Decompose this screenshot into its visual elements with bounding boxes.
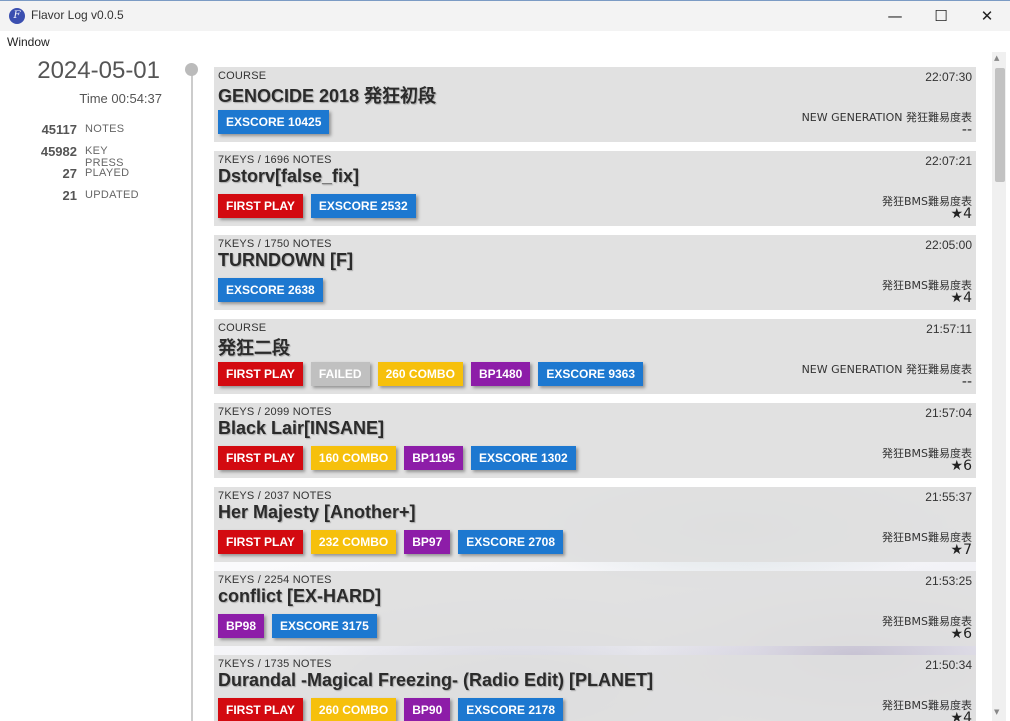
entry-kind: 7KEYS / 2099 NOTES xyxy=(218,406,332,418)
bp-badge: BP97 xyxy=(404,530,451,554)
stat-label: UPDATED xyxy=(85,189,139,201)
combo-badge: 260 COMBO xyxy=(377,362,463,386)
entry-kind: COURSE xyxy=(218,70,267,82)
log-entry[interactable]: COURSE GENOCIDE 2018 発狂初段 22:07:30 EXSCORE … xyxy=(214,67,976,142)
log-entry[interactable]: 7KEYS / 1750 NOTES TURNDOWN [F] 22:05:00 EX… xyxy=(214,235,976,310)
session-date: 2024-05-01 xyxy=(37,57,160,84)
stat-value: 45982 xyxy=(40,144,77,159)
entry-level: ★4 xyxy=(950,290,972,306)
close-button[interactable]: ✕ xyxy=(964,1,1010,31)
entry-time: 21:53:25 xyxy=(925,574,972,588)
ex-badge: EXSCORE 2638 xyxy=(218,278,323,302)
stat-value: 27 xyxy=(62,166,77,181)
entry-difficulty-table: NEW GENERATION 発狂難易度表 xyxy=(801,111,972,124)
window-title: Flavor Log v0.0.5 xyxy=(31,8,124,22)
ex-badge: EXSCORE 2708 xyxy=(458,530,564,554)
first-badge: FIRST PLAY xyxy=(218,446,303,470)
log-entry[interactable]: 7KEYS / 2254 NOTES conflict [EX-HARD] 21:5… xyxy=(214,571,976,646)
entry-title: conflict [EX-HARD] xyxy=(218,586,381,606)
log-entry[interactable]: 7KEYS / 1696 NOTES Dstorv[false_fix] 22:07… xyxy=(214,151,976,226)
entry-kind: 7KEYS / 1696 NOTES xyxy=(218,154,332,166)
timeline-line xyxy=(191,73,193,721)
combo-badge: 160 COMBO xyxy=(310,446,397,470)
timeline-dot xyxy=(185,63,198,76)
title-bar: F Flavor Log v0.0.5 — ☐ ✕ xyxy=(0,0,1010,31)
entry-kind: 7KEYS / 1750 NOTES xyxy=(218,238,332,250)
entry-level: ★4 xyxy=(950,206,972,222)
minimize-button[interactable]: — xyxy=(872,1,918,31)
log-entry[interactable]: 7KEYS / 2037 NOTES Her Majesty [Another+]… xyxy=(214,487,976,562)
stat-label: NOTES xyxy=(85,123,125,135)
entry-difficulty-table: NEW GENERATION 発狂難易度表 xyxy=(801,363,972,376)
entry-level: -- xyxy=(961,122,972,138)
entry-title: 発狂二段 xyxy=(218,338,290,358)
entry-title: Dstorv[false_fix] xyxy=(218,166,360,186)
entry-level: -- xyxy=(961,374,972,390)
entry-badges: EXSCORE 10425 xyxy=(218,110,330,134)
ex-badge: EXSCORE 1302 xyxy=(470,446,576,470)
app-icon: F xyxy=(9,8,25,24)
stat-label: PLAYED xyxy=(85,167,130,179)
entry-badges: FIRST PLAY 160 COMBO BP1195 EXSCORE 1302 xyxy=(218,446,576,470)
entry-level: ★6 xyxy=(950,626,972,642)
log-entry[interactable]: COURSE 発狂二段 21:57:11 FIRST PLAY FAILED 260 CO… xyxy=(214,319,976,394)
maximize-button[interactable]: ☐ xyxy=(918,1,964,31)
entry-kind: 7KEYS / 2254 NOTES xyxy=(218,574,332,586)
ex-badge: EXSCORE 10425 xyxy=(218,110,330,134)
entry-badges: EXSCORE 2638 xyxy=(218,278,323,302)
entry-title: Durandal -Magical Freezing- (Radio Edit)… xyxy=(218,670,654,690)
entry-badges: FIRST PLAY FAILED 260 COMBO BP1480 EXSCORE 9… xyxy=(218,362,644,386)
combo-badge: 232 COMBO xyxy=(310,530,397,554)
entry-time: 21:50:34 xyxy=(925,658,972,672)
entry-time: 22:07:30 xyxy=(925,70,972,84)
entry-title: Black Lair[INSANE] xyxy=(218,418,385,438)
log-entry[interactable]: 7KEYS / 1735 NOTES Durandal -Magical Free… xyxy=(214,655,976,721)
entry-kind: COURSE xyxy=(218,322,267,334)
first-badge: FIRST PLAY xyxy=(218,698,303,721)
bp-badge: BP98 xyxy=(218,614,265,638)
stat-label: KEY PRESS xyxy=(85,145,124,169)
entry-time: 21:57:04 xyxy=(925,406,972,420)
ex-badge: EXSCORE 9363 xyxy=(538,362,644,386)
entry-badges: FIRST PLAY 260 COMBO BP90 EXSCORE 2178 xyxy=(218,698,564,721)
entry-badges: BP98 EXSCORE 3175 xyxy=(218,614,377,638)
bp-badge: BP1195 xyxy=(404,446,463,470)
first-badge: FIRST PLAY xyxy=(218,362,303,386)
log-entry[interactable]: 7KEYS / 2099 NOTES Black Lair[INSANE] 21:5… xyxy=(214,403,976,478)
first-badge: FIRST PLAY xyxy=(218,530,303,554)
entry-level: ★6 xyxy=(950,458,972,474)
entry-time: 22:07:21 xyxy=(925,154,972,168)
ex-badge: EXSCORE 2532 xyxy=(310,194,416,218)
entry-badges: FIRST PLAY EXSCORE 2532 xyxy=(218,194,416,218)
first-badge: FIRST PLAY xyxy=(218,194,303,218)
combo-badge: 260 COMBO xyxy=(310,698,397,721)
scroll-up-arrow-icon[interactable]: ▲ xyxy=(994,54,999,62)
scrollbar-thumb[interactable] xyxy=(995,68,1005,182)
menu-window[interactable]: Window xyxy=(7,35,50,49)
session-time: Time 00:54:37 xyxy=(79,91,162,106)
entry-kind: 7KEYS / 1735 NOTES xyxy=(218,658,332,670)
ex-badge: EXSCORE 3175 xyxy=(272,614,377,638)
stat-value: 45117 xyxy=(41,122,77,137)
entry-time: 21:57:11 xyxy=(926,322,972,336)
entry-kind: 7KEYS / 2037 NOTES xyxy=(218,490,332,502)
entry-title: GENOCIDE 2018 発狂初段 xyxy=(218,86,437,106)
entry-time: 21:55:37 xyxy=(925,490,972,504)
entry-level: ★7 xyxy=(950,542,972,558)
stat-value: 21 xyxy=(62,188,77,203)
entry-title: Her Majesty [Another+] xyxy=(218,502,416,522)
scroll-down-arrow-icon[interactable]: ▼ xyxy=(994,708,999,716)
entry-level: ★4 xyxy=(950,710,972,721)
entry-time: 22:05:00 xyxy=(925,238,972,252)
failed-badge: FAILED xyxy=(310,362,370,386)
bp-badge: BP90 xyxy=(404,698,451,721)
play-log-list[interactable]: COURSE GENOCIDE 2018 発狂初段 22:07:30 EXSCORE … xyxy=(214,67,976,721)
bp-badge: BP1480 xyxy=(470,362,531,386)
menu-bar: Window xyxy=(0,31,1010,52)
entry-badges: FIRST PLAY 232 COMBO BP97 EXSCORE 2708 xyxy=(218,530,564,554)
ex-badge: EXSCORE 2178 xyxy=(458,698,564,721)
entry-title: TURNDOWN [F] xyxy=(218,250,353,270)
